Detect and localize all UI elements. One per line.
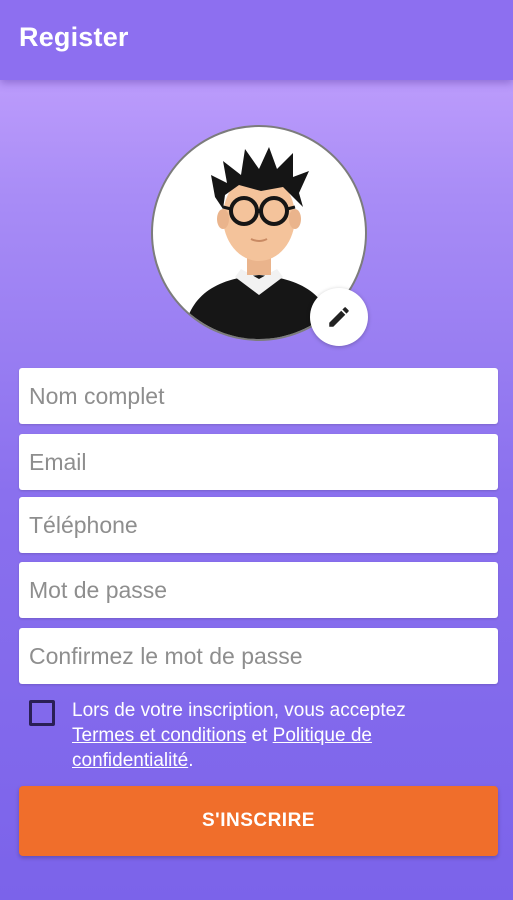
phone-field[interactable]	[19, 497, 498, 553]
password-input[interactable]	[19, 562, 498, 618]
terms-suffix: .	[188, 750, 194, 771]
email-input[interactable]	[19, 434, 498, 490]
edit-avatar-button[interactable]	[310, 288, 368, 346]
app-bar: Register	[0, 0, 513, 80]
phone-input[interactable]	[19, 497, 498, 553]
terms-checkbox[interactable]	[29, 700, 55, 726]
email-field[interactable]	[19, 434, 498, 490]
terms-middle: et	[246, 725, 273, 746]
register-button[interactable]: S'INSCRIRE	[19, 786, 498, 856]
terms-text: Lors de votre inscription, vous acceptez…	[72, 698, 467, 773]
confirm-password-input[interactable]	[19, 628, 498, 684]
app-bar-title: Register	[19, 22, 129, 52]
pencil-icon	[329, 307, 349, 327]
password-field[interactable]	[19, 562, 498, 618]
full-name-input[interactable]	[19, 368, 498, 424]
terms-link[interactable]: Termes et conditions	[72, 725, 246, 746]
terms-prefix: Lors de votre inscription, vous acceptez	[72, 700, 406, 721]
full-name-field[interactable]	[19, 368, 498, 424]
confirm-password-field[interactable]	[19, 628, 498, 684]
